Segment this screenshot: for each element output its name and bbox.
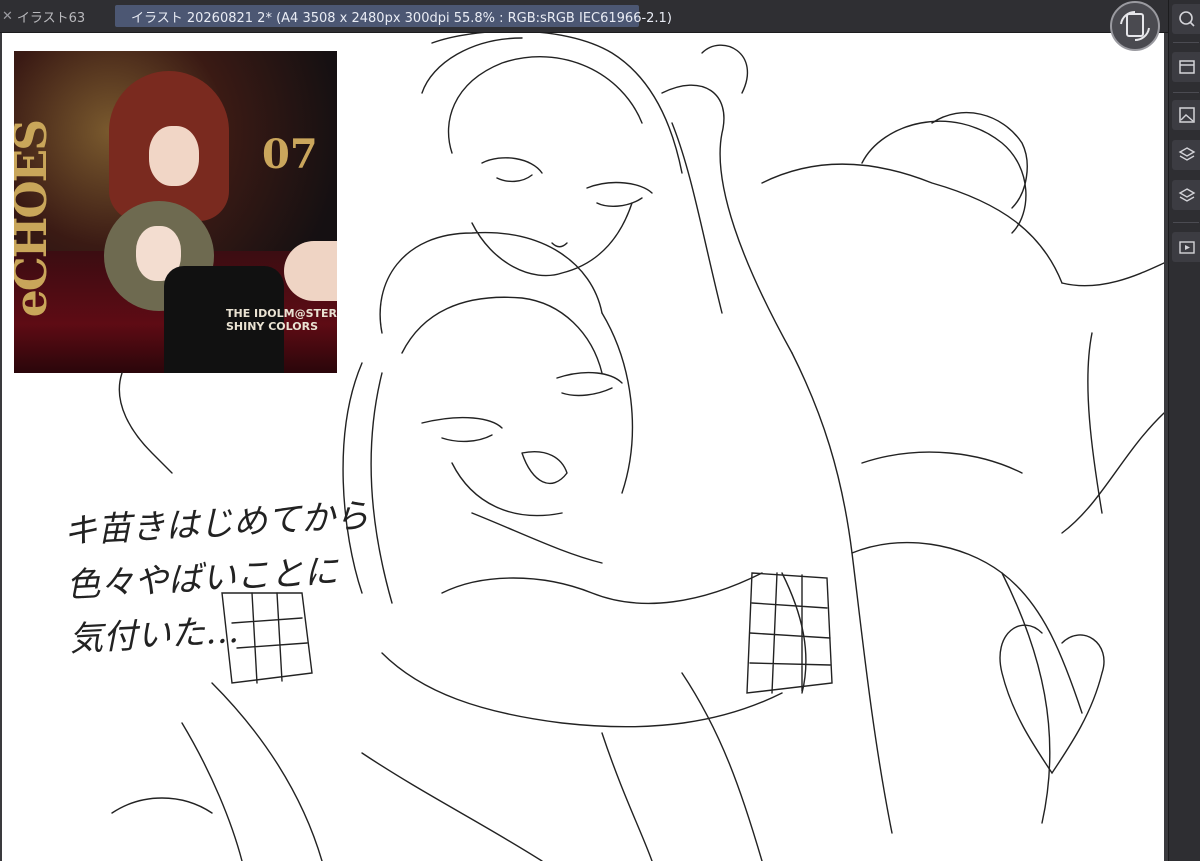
tab-label: イラスト 20260821 2* (A4 3508 x 2480px 300dp… [131,10,672,26]
rotate-canvas-icon [1110,1,1160,51]
panel-separator [1173,92,1199,93]
close-icon[interactable]: ✕ [2,9,13,24]
tab-illust-20260821[interactable]: イラスト 20260821 2* (A4 3508 x 2480px 300dp… [115,5,672,27]
handwritten-note: キ苗きはじめてから 色々やばいことに 気付いた… [62,489,376,667]
sketch-stroke [861,451,1023,474]
rotate-canvas-button[interactable] [1107,0,1163,52]
tab-label: イラスト63 [16,10,86,26]
animation-button[interactable] [1172,232,1200,262]
sketch-stroke [370,372,393,604]
panel-separator [1173,222,1199,223]
layer-properties-button[interactable] [1172,140,1200,170]
sketch-stroke [481,157,543,174]
sketch-stroke [421,37,523,94]
canvas-area[interactable]: eCHOES 07 THE IDOLM@STER SHINY COLORS キ苗… [0,33,1168,861]
image-icon [1178,107,1195,123]
sketch-stroke [681,672,763,861]
sketch-stroke [601,732,653,861]
image-button[interactable] [1172,100,1200,130]
sketch-stroke [211,682,323,861]
sketch-stroke [451,462,563,517]
tab-illust63[interactable]: ✕ イラスト63 [0,5,112,27]
sketch-lineart [111,33,1164,861]
canvas-paper[interactable]: eCHOES 07 THE IDOLM@STER SHINY COLORS キ苗… [2,33,1164,861]
sketch-stroke [701,44,749,94]
sketch-stroke [1061,412,1164,534]
sketch-stroke [861,120,1027,234]
window-icon [1178,11,1195,27]
sketch-stroke [791,352,893,834]
sketch-stroke [999,624,1105,775]
sketch-stroke [471,512,603,564]
sketch-stroke [421,416,503,429]
sketch-stroke [586,181,653,194]
sketch-stroke [447,56,643,154]
sketch-stroke [851,541,1083,714]
right-panel [1168,0,1200,861]
panel-separator [1173,42,1199,43]
sketch-stroke [496,174,533,183]
sketch-stroke [441,572,763,605]
animation-icon [1178,241,1195,254]
sketch-stroke [671,122,723,314]
sketch-stroke [661,84,793,354]
sketch-stroke [111,797,213,814]
sketch-stroke [361,752,543,861]
sketch-stroke [118,372,173,474]
window-button[interactable] [1172,4,1200,34]
sketch-stroke [1061,262,1164,287]
sketch-stroke [551,242,568,248]
sketch-stroke [1001,572,1051,824]
sketch-stroke [931,111,1028,209]
sketch-stroke [521,451,568,485]
sketch-stroke [401,296,603,374]
layers-button[interactable] [1172,180,1200,210]
sketch-stroke [561,387,613,397]
tab-bar: ✕ イラスト63 イラスト 20260821 2* (A4 3508 x 248… [0,0,1200,33]
sketch-stroke [596,197,643,207]
layers-stack-icon [1178,147,1195,161]
sketch-stroke [601,312,634,494]
sketch-stroke [441,434,493,443]
sketch-stroke [471,202,633,277]
layers-icon [1178,188,1195,202]
sketch-stroke [381,652,783,728]
sketch-stroke [761,163,1063,284]
sketch-stroke [556,371,623,384]
sketch-stroke [181,722,243,861]
cube-icon [1178,60,1195,74]
cube-button[interactable] [1172,52,1200,82]
sketch-stroke [431,33,683,174]
sketch-stroke [1087,332,1103,514]
